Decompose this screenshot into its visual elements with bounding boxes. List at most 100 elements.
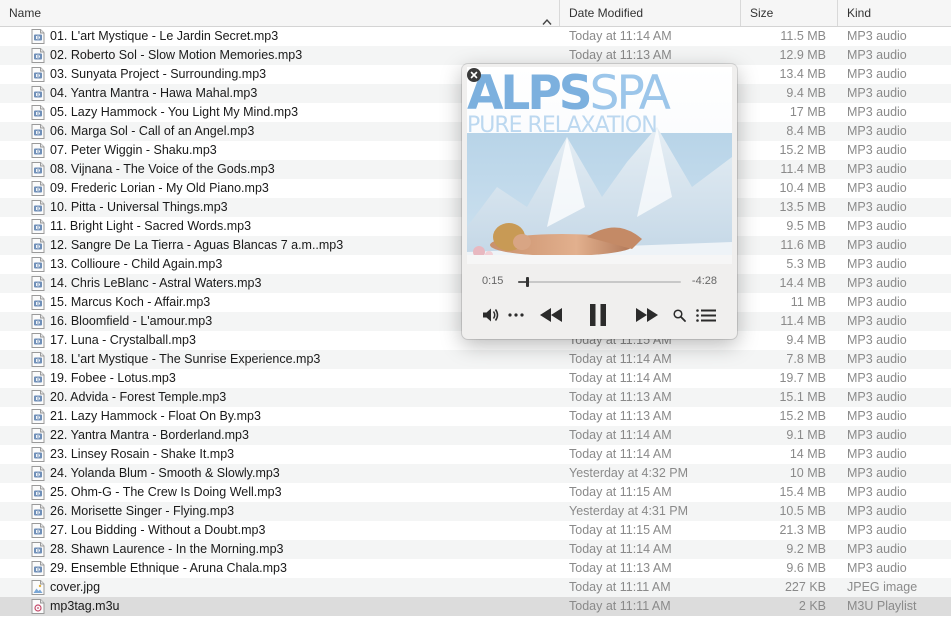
column-size-header[interactable]: Size <box>740 0 837 26</box>
file-date: Today at 11:14 AM <box>569 428 672 442</box>
playback-controls <box>462 300 737 330</box>
file-kind: MP3 audio <box>847 542 907 556</box>
file-row[interactable]: 18. L'art Mystique - The Sunrise Experie… <box>0 350 951 369</box>
sort-ascending-icon[interactable] <box>542 9 552 25</box>
file-kind: MP3 audio <box>847 314 907 328</box>
progress-bar[interactable] <box>518 277 681 287</box>
audio-file-icon <box>31 314 45 329</box>
file-size: 13.5 MB <box>779 200 826 214</box>
file-name: 27. Lou Bidding - Without a Doubt.mp3 <box>50 523 266 537</box>
audio-file-icon <box>31 86 45 101</box>
audio-file-icon <box>31 257 45 272</box>
file-kind: MP3 audio <box>847 29 907 43</box>
file-size: 17 MB <box>789 105 826 119</box>
column-name-label: Name <box>9 6 42 20</box>
file-size: 11.5 MB <box>780 29 826 43</box>
file-kind: MP3 audio <box>847 162 907 176</box>
file-size: 15.2 MB <box>779 143 826 157</box>
file-size: 9.5 MB <box>786 219 826 233</box>
file-row[interactable]: 21. Lazy Hammock - Float On By.mp3 Today … <box>0 407 951 426</box>
audio-file-icon <box>31 352 45 367</box>
progress-row: 0:15 -4:28 <box>462 272 737 292</box>
file-size: 11.4 MB <box>780 162 826 176</box>
file-row[interactable]: 24. Yolanda Blum - Smooth & Slowly.mp3 Ye… <box>0 464 951 483</box>
audio-file-icon <box>31 200 45 215</box>
search-icon[interactable] <box>670 300 688 330</box>
playlist-icon[interactable] <box>694 300 718 330</box>
file-kind: MP3 audio <box>847 238 907 252</box>
file-row[interactable]: cover.jpg Today at 11:11 AM 227 KB JPEG ima… <box>0 578 951 597</box>
file-size: 15.1 MB <box>779 390 826 404</box>
file-size: 11.6 MB <box>780 238 826 252</box>
file-size: 21.3 MB <box>779 523 826 537</box>
file-size: 13.4 MB <box>779 67 826 81</box>
rewind-icon[interactable] <box>538 300 564 330</box>
file-kind: M3U Playlist <box>847 599 917 613</box>
audio-file-icon <box>31 276 45 291</box>
file-name: 24. Yolanda Blum - Smooth & Slowly.mp3 <box>50 466 280 480</box>
file-kind: MP3 audio <box>847 390 907 404</box>
file-row[interactable]: 26. Morisette Singer - Flying.mp3 Yesterd… <box>0 502 951 521</box>
file-date: Yesterday at 4:32 PM <box>569 466 689 480</box>
file-row[interactable]: 28. Shawn Laurence - In the Morning.mp3 T… <box>0 540 951 559</box>
pause-icon[interactable] <box>586 300 610 330</box>
column-date-header[interactable]: Date Modified <box>559 0 740 26</box>
file-size: 14.4 MB <box>779 276 826 290</box>
file-row[interactable]: mp3tag.m3u Today at 11:11 AM 2 KB M3U Playl… <box>0 597 951 616</box>
file-name: 29. Ensemble Ethnique - Aruna Chala.mp3 <box>50 561 287 575</box>
file-date: Today at 11:13 AM <box>569 48 672 62</box>
progress-knob[interactable] <box>525 277 529 287</box>
file-kind: MP3 audio <box>847 124 907 138</box>
file-kind: MP3 audio <box>847 371 907 385</box>
audio-file-icon <box>31 29 45 44</box>
file-size: 10.5 MB <box>779 504 826 518</box>
file-kind: MP3 audio <box>847 181 907 195</box>
file-row[interactable]: 23. Linsey Rosain - Shake It.mp3 Today at… <box>0 445 951 464</box>
file-date: Today at 11:14 AM <box>569 371 672 385</box>
audio-file-icon <box>31 561 45 576</box>
file-size: 8.4 MB <box>786 124 826 138</box>
audio-file-icon <box>31 428 45 443</box>
column-header: Name Date Modified Size Kind <box>0 0 951 27</box>
file-size: 9.2 MB <box>786 542 826 556</box>
audio-file-icon <box>31 181 45 196</box>
file-date: Today at 11:14 AM <box>569 542 672 556</box>
column-kind-header[interactable]: Kind <box>837 0 951 26</box>
mini-player[interactable]: ALPSSPA PURE RELAXATION 0:15 -4:28 <box>462 64 737 339</box>
file-size: 10.4 MB <box>779 181 826 195</box>
file-size: 10 MB <box>789 466 826 480</box>
fast-forward-icon[interactable] <box>634 300 660 330</box>
file-size: 15.2 MB <box>779 409 826 423</box>
playlist-file-icon <box>31 599 45 614</box>
file-name: 19. Fobee - Lotus.mp3 <box>50 371 176 385</box>
file-row[interactable]: 20. Advida - Forest Temple.mp3 Today at 1… <box>0 388 951 407</box>
more-icon[interactable] <box>506 300 526 330</box>
column-name-header[interactable]: Name <box>0 0 559 26</box>
file-size: 9.4 MB <box>786 333 826 347</box>
file-date: Today at 11:15 AM <box>569 485 672 499</box>
file-size: 227 KB <box>784 580 826 594</box>
close-icon[interactable] <box>467 68 481 82</box>
file-row[interactable]: 25. Ohm-G - The Crew Is Doing Well.mp3 To… <box>0 483 951 502</box>
file-date: Today at 11:14 AM <box>569 29 672 43</box>
file-name: 18. L'art Mystique - The Sunrise Experie… <box>50 352 321 366</box>
file-kind: MP3 audio <box>847 352 907 366</box>
file-kind: MP3 audio <box>847 504 907 518</box>
file-row[interactable]: 27. Lou Bidding - Without a Doubt.mp3 Tod… <box>0 521 951 540</box>
file-row[interactable]: 19. Fobee - Lotus.mp3 Today at 11:14 AM 19… <box>0 369 951 388</box>
audio-file-icon <box>31 333 45 348</box>
file-row[interactable]: 29. Ensemble Ethnique - Aruna Chala.mp3 T… <box>0 559 951 578</box>
audio-file-icon <box>31 124 45 139</box>
file-row[interactable]: 02. Roberto Sol - Slow Motion Memories.m… <box>0 46 951 65</box>
file-size: 19.7 MB <box>779 371 826 385</box>
file-name: 02. Roberto Sol - Slow Motion Memories.m… <box>50 48 303 62</box>
file-row[interactable]: 22. Yantra Mantra - Borderland.mp3 Today … <box>0 426 951 445</box>
file-row[interactable]: 01. L'art Mystique - Le Jardin Secret.mp… <box>0 27 951 46</box>
file-size: 11 MB <box>790 295 826 309</box>
file-name: 26. Morisette Singer - Flying.mp3 <box>50 504 235 518</box>
file-kind: JPEG image <box>847 580 918 594</box>
file-name: 23. Linsey Rosain - Shake It.mp3 <box>50 447 235 461</box>
audio-file-icon <box>31 219 45 234</box>
volume-icon[interactable] <box>480 300 502 330</box>
file-kind: MP3 audio <box>847 257 907 271</box>
